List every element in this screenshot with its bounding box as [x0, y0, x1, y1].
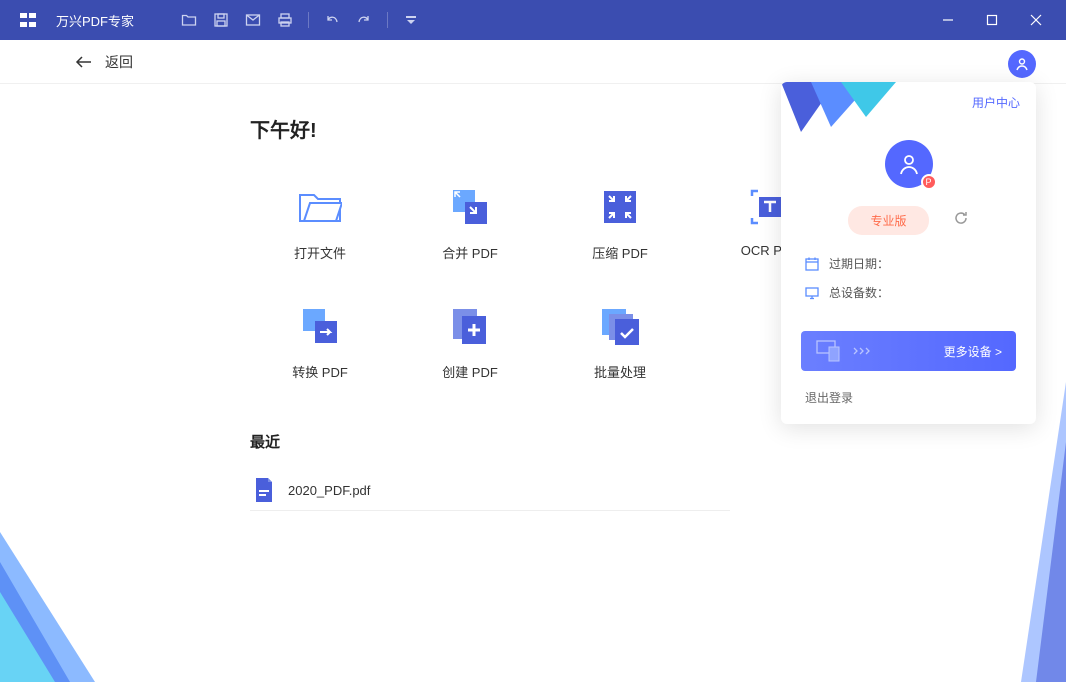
action-label: 打开文件 — [294, 243, 346, 262]
back-label: 返回 — [105, 52, 133, 72]
titlebar: 万兴PDF专家 — [0, 0, 1066, 40]
create-pdf-icon — [446, 302, 494, 350]
open-file-action[interactable]: 打开文件 — [250, 183, 390, 262]
open-file-icon — [296, 183, 344, 231]
action-label: 压缩 PDF — [592, 243, 648, 262]
action-label: 转换 PDF — [292, 362, 348, 381]
open-folder-icon[interactable] — [174, 5, 204, 35]
chevrons-right-icon — [853, 347, 873, 355]
more-devices-label: 更多设备 > — [944, 343, 1002, 360]
recent-section-title: 最近 — [250, 431, 1066, 452]
undo-icon[interactable] — [317, 5, 347, 35]
decorative-shapes-icon — [781, 82, 901, 152]
devices-row: 总设备数： — [805, 284, 1012, 301]
maximize-button[interactable] — [970, 0, 1014, 40]
toolbar — [174, 5, 426, 35]
refresh-button[interactable] — [953, 210, 969, 231]
decorative-corner-br-icon — [1006, 382, 1066, 682]
create-pdf-action[interactable]: 创建 PDF — [400, 302, 540, 381]
devices-label: 总设备数： — [829, 284, 889, 301]
app-title: 万兴PDF专家 — [56, 11, 134, 30]
compress-pdf-action[interactable]: 压缩 PDF — [550, 183, 690, 262]
convert-pdf-action[interactable]: 转换 PDF — [250, 302, 390, 381]
mail-icon[interactable] — [238, 5, 268, 35]
merge-pdf-action[interactable]: 合并 PDF — [400, 183, 540, 262]
user-avatar[interactable]: P — [885, 140, 933, 188]
decorative-corner-bl-icon — [0, 522, 120, 682]
app-window: 万兴PDF专家 返回 下午好! — [0, 0, 1066, 682]
close-button[interactable] — [1014, 0, 1058, 40]
pdf-file-icon — [254, 478, 274, 502]
user-center-link[interactable]: 用户中心 — [972, 94, 1020, 111]
recent-file-name: 2020_PDF.pdf — [288, 483, 370, 498]
pro-plan-badge: 专业版 — [848, 206, 928, 235]
monitor-icon — [805, 286, 819, 300]
action-label: 合并 PDF — [442, 243, 498, 262]
arrow-left-icon — [75, 55, 93, 69]
expiry-row: 过期日期： — [805, 255, 1012, 272]
expiry-label: 过期日期： — [829, 255, 889, 272]
user-panel-header: 用户中心 — [781, 82, 1036, 130]
calendar-icon — [805, 257, 819, 271]
more-devices-button[interactable]: 更多设备 > — [801, 331, 1016, 371]
menu-dropdown-icon[interactable] — [396, 5, 426, 35]
batch-process-action[interactable]: 批量处理 — [550, 302, 690, 381]
user-panel: 用户中心 P 专业版 过期日期： 总设备数： — [781, 82, 1036, 424]
compress-pdf-icon — [596, 183, 644, 231]
logout-link[interactable]: 退出登录 — [781, 389, 1036, 406]
minimize-button[interactable] — [926, 0, 970, 40]
merge-pdf-icon — [446, 183, 494, 231]
convert-pdf-icon — [296, 302, 344, 350]
back-button[interactable]: 返回 — [75, 52, 133, 72]
account-info: 过期日期： 总设备数： — [781, 255, 1036, 331]
save-icon[interactable] — [206, 5, 236, 35]
print-icon[interactable] — [270, 5, 300, 35]
redo-icon[interactable] — [349, 5, 379, 35]
user-avatar-button[interactable] — [1008, 50, 1036, 78]
subheader: 返回 — [0, 40, 1066, 84]
batch-process-icon — [596, 302, 644, 350]
plan-row: 专业版 — [781, 206, 1036, 255]
person-icon — [897, 152, 921, 176]
action-label: 批量处理 — [594, 362, 646, 381]
app-logo-icon — [16, 8, 40, 32]
recent-file-item[interactable]: 2020_PDF.pdf — [250, 470, 730, 511]
devices-icon — [815, 339, 845, 363]
pro-badge-icon: P — [921, 174, 937, 190]
action-label: 创建 PDF — [442, 362, 498, 381]
window-controls — [926, 0, 1058, 40]
